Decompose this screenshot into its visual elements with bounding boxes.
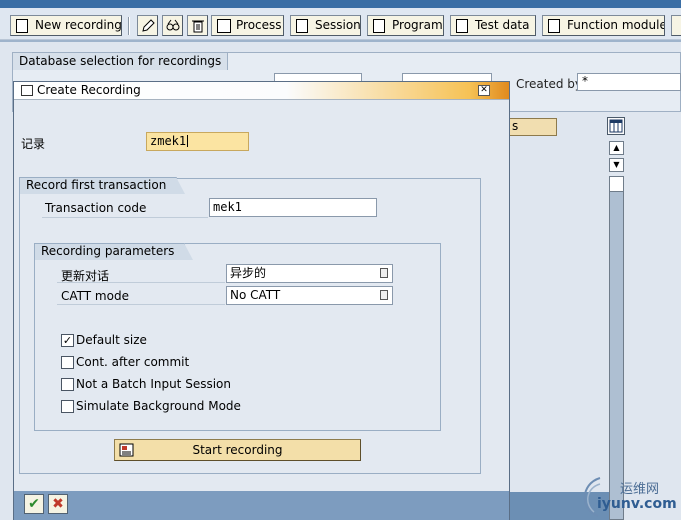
recording-name-field[interactable]: zmek1 <box>146 132 249 151</box>
scroll-down-button[interactable]: ▼ <box>609 158 624 172</box>
recordings-grid <box>508 112 681 520</box>
application-toolbar: New recording Process Session Program Te… <box>0 8 681 40</box>
start-recording-label: Start recording <box>192 443 283 457</box>
display-button[interactable] <box>162 15 183 36</box>
document-icon <box>373 19 385 33</box>
dropdown-icon <box>380 268 388 278</box>
recording-parameters-title: Recording parameters <box>34 243 194 260</box>
session-button[interactable]: Session <box>290 15 361 36</box>
new-recording-button[interactable]: New recording <box>10 15 122 36</box>
glasses-icon <box>166 19 180 31</box>
document-icon <box>548 19 560 33</box>
created-by-label: Created by <box>516 77 583 91</box>
grid-column-header[interactable]: s <box>508 118 557 136</box>
dialog-title: Create Recording <box>37 83 141 97</box>
close-icon[interactable]: ✕ <box>478 85 490 96</box>
default-size-label: Default size <box>76 333 147 347</box>
scroll-up-button[interactable]: ▲ <box>609 141 624 155</box>
test-data-button[interactable]: Test data <box>450 15 536 36</box>
document-icon <box>296 19 308 33</box>
catt-mode-dropdown[interactable]: No CATT <box>226 286 393 305</box>
grid-layout-icon[interactable] <box>607 117 625 135</box>
created-by-field[interactable]: * <box>577 73 681 91</box>
simulate-background-checkbox[interactable] <box>61 400 74 413</box>
function-module-label: Function module <box>567 18 665 32</box>
cont-after-commit-label: Cont. after commit <box>76 355 190 369</box>
recording-label: 记录 <box>21 137 46 151</box>
function-module-button[interactable]: Function module <box>542 15 665 36</box>
pencil-icon <box>142 19 155 32</box>
scrollbar-thumb[interactable] <box>609 176 624 192</box>
database-selection-title: Database selection for recordings <box>12 52 229 70</box>
dialog-footer <box>14 491 509 520</box>
not-batch-input-checkbox[interactable] <box>61 378 74 391</box>
toolbar-divider <box>0 40 681 42</box>
record-icon <box>119 443 134 457</box>
session-label: Session <box>315 18 361 32</box>
trash-icon <box>192 20 204 33</box>
catt-mode-value: No CATT <box>230 288 281 302</box>
title-bar <box>0 0 681 8</box>
document-icon <box>16 19 28 33</box>
recording-name-value: zmek1 <box>150 134 187 148</box>
edit-button[interactable] <box>137 15 158 36</box>
transaction-code-label: Transaction code <box>45 201 147 215</box>
simulate-background-label: Simulate Background Mode <box>76 399 241 413</box>
transaction-code-field[interactable]: mek1 <box>209 198 377 217</box>
label-underline <box>57 304 225 305</box>
vertical-scrollbar[interactable] <box>609 176 624 520</box>
process-button[interactable]: Process <box>211 15 284 36</box>
window-icon <box>21 85 33 96</box>
not-batch-input-label: Not a Batch Input Session <box>76 377 231 391</box>
new-recording-label: New recording <box>35 18 122 32</box>
confirm-button[interactable]: ✔ <box>24 494 44 514</box>
test-data-label: Test data <box>475 18 530 32</box>
dropdown-icon <box>380 290 388 300</box>
catt-mode-label: CATT mode <box>61 289 129 303</box>
document-icon <box>456 19 468 33</box>
process-label: Process <box>236 18 282 32</box>
label-underline <box>42 217 208 218</box>
process-icon <box>217 19 231 33</box>
update-mode-dropdown[interactable]: 异步的 <box>226 264 393 283</box>
toolbar-separator <box>128 17 130 35</box>
label-underline <box>57 282 225 283</box>
start-recording-button[interactable]: Start recording <box>114 439 361 461</box>
cancel-button[interactable]: ✖ <box>48 494 68 514</box>
cont-after-commit-checkbox[interactable] <box>61 356 74 369</box>
watermark-domain: iyunv.com <box>597 496 677 512</box>
delete-button[interactable] <box>187 15 208 36</box>
text-caret <box>187 135 189 147</box>
update-mode-value: 异步的 <box>230 266 267 280</box>
program-button[interactable]: Program <box>367 15 444 36</box>
default-size-checkbox[interactable]: ✓ <box>61 334 74 347</box>
first-transaction-title: Record first transaction <box>19 177 186 194</box>
program-label: Program <box>392 18 443 32</box>
watermark-text: 运维网 <box>620 482 660 497</box>
more-button[interactable] <box>671 15 681 36</box>
